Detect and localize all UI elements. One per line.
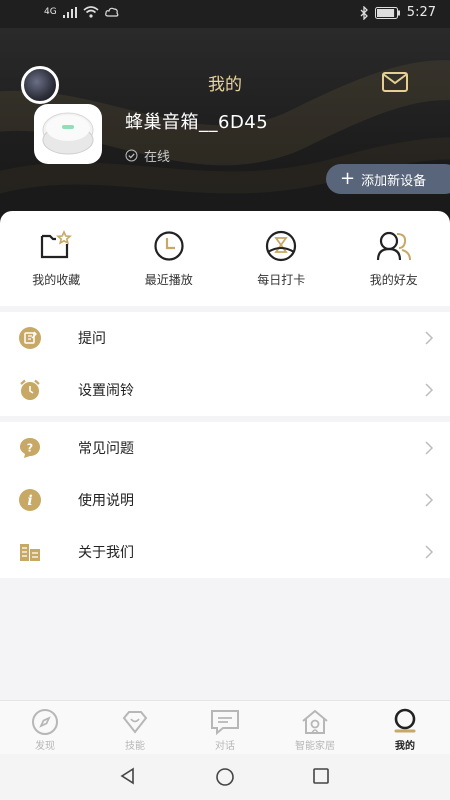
battery-icon [374, 6, 400, 19]
plus-icon: + [340, 168, 356, 189]
menu-item-ask-question[interactable]: 提问 [0, 312, 450, 364]
chevron-right-icon [425, 545, 434, 559]
quick-action-label: 每日打卡 [257, 273, 306, 287]
tab-label: 智能家居 [295, 741, 335, 752]
tab-label: 我的 [395, 741, 415, 752]
menu-item-set-alarm[interactable]: 设置闹铃 [0, 364, 450, 416]
device-status-text: 在线 [144, 150, 171, 165]
menu-item-label: 常见问题 [78, 441, 134, 457]
device-name: 蜂巢音箱__6D45 [125, 112, 269, 133]
system-navigation-bar [0, 754, 450, 800]
tab-discover[interactable]: 发现 [0, 701, 90, 755]
bottom-tab-bar: 发现 技能 对话 智能家居 我的 [0, 700, 450, 755]
tab-skills[interactable]: 技能 [90, 701, 180, 755]
cloud-icon [104, 7, 119, 17]
smart-home-icon [302, 709, 328, 734]
check-in-icon [266, 230, 297, 262]
network-type: 4G [44, 7, 57, 17]
status-bar: 4G 5:27 [0, 0, 450, 28]
back-triangle-icon[interactable] [119, 767, 137, 785]
add-device-label: 添加新设备 [361, 173, 427, 189]
clock-icon [154, 231, 184, 261]
check-circle-icon [125, 149, 138, 162]
chevron-right-icon [425, 331, 434, 345]
svg-text:?: ? [27, 442, 33, 455]
quick-actions-card: 我的收藏 最近播放 每日打卡 我的好友 [0, 211, 450, 306]
building-icon [20, 544, 40, 561]
alarm-icon [20, 379, 40, 400]
menu-item-label: 关于我们 [78, 545, 134, 561]
bluetooth-icon [360, 5, 368, 20]
menu-item-faq[interactable]: ? 常见问题 [0, 422, 450, 474]
quick-action-favorites[interactable]: 我的收藏 [0, 211, 113, 306]
menu-group-1: 提问 设置闹铃 [0, 312, 450, 416]
mail-icon[interactable] [382, 72, 408, 92]
quick-action-checkin[interactable]: 每日打卡 [225, 211, 338, 306]
tab-label: 对话 [215, 741, 235, 752]
recents-square-icon[interactable] [312, 767, 330, 785]
quick-action-friends[interactable]: 我的好友 [338, 211, 450, 306]
menu-item-about-us[interactable]: 关于我们 [0, 526, 450, 578]
device-image[interactable] [34, 104, 102, 164]
chevron-right-icon [425, 383, 434, 397]
profile-icon [394, 708, 416, 733]
favorite-folder-icon [41, 230, 73, 259]
tab-label: 技能 [125, 741, 145, 752]
menu-item-manual[interactable]: i 使用说明 [0, 474, 450, 526]
info-icon: i [19, 489, 41, 511]
question-edit-icon [19, 327, 41, 349]
skill-diamond-icon [122, 711, 148, 734]
quick-action-label: 我的好友 [369, 273, 418, 287]
chat-icon [211, 710, 239, 736]
menu-item-label: 提问 [78, 331, 106, 347]
chevron-right-icon [425, 493, 434, 507]
menu-group-2: ? 常见问题 i 使用说明 关于我们 [0, 422, 450, 578]
menu-item-label: 设置闹铃 [78, 383, 134, 399]
chevron-right-icon [425, 441, 434, 455]
add-device-button[interactable]: + 添加新设备 [326, 164, 450, 194]
tab-smart-home[interactable]: 智能家居 [270, 701, 360, 755]
friends-icon [376, 231, 411, 261]
quick-action-label: 我的收藏 [32, 273, 81, 287]
menu-item-label: 使用说明 [78, 493, 134, 509]
svg-text:i: i [27, 493, 32, 509]
device-status: 在线 [125, 146, 170, 165]
profile-header: 我的 蜂巢音箱__6D45 在线 + 添加新设备 [0, 28, 450, 225]
quick-action-label: 最近播放 [144, 273, 193, 287]
signal-icon [62, 6, 77, 18]
faq-icon: ? [20, 438, 40, 458]
home-circle-icon[interactable] [215, 767, 235, 787]
quick-action-recent[interactable]: 最近播放 [113, 211, 226, 306]
tab-label: 发现 [35, 741, 55, 752]
compass-icon [32, 709, 58, 735]
tab-chat[interactable]: 对话 [180, 701, 270, 755]
wifi-icon [83, 6, 99, 18]
speaker-icon [42, 112, 94, 155]
tab-mine[interactable]: 我的 [360, 701, 450, 755]
clock-time: 5:27 [406, 5, 436, 20]
